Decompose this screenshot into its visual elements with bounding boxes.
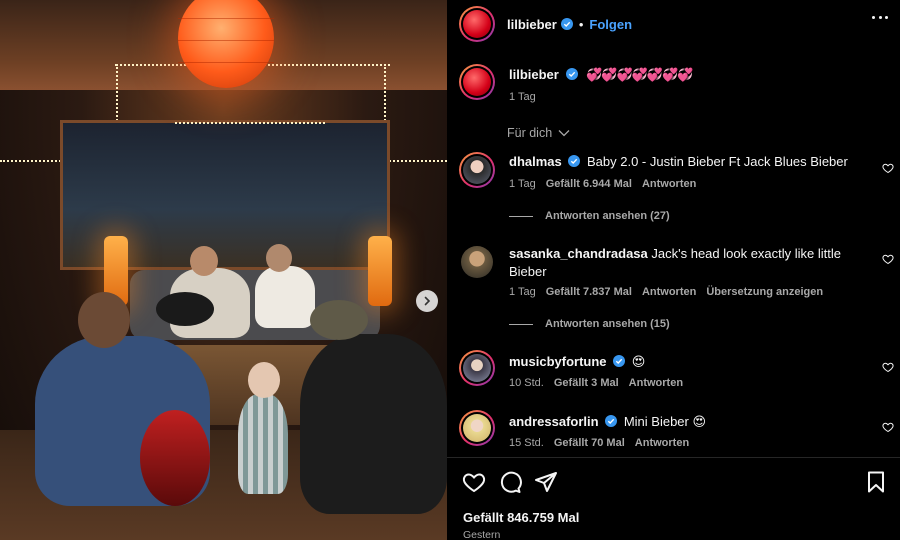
comment-username[interactable]: dhalmas [509,154,562,169]
carousel-next-button[interactable] [416,290,438,312]
caption-timestamp: 1 Tag [509,91,536,103]
comment-text: Mini Bieber 😍 [623,414,707,429]
follow-button[interactable]: Folgen [589,17,632,32]
child [238,394,288,494]
comment-text: 😍 [631,354,646,369]
comment-username[interactable]: musicbyfortune [509,354,607,369]
commenter-avatar[interactable] [459,410,495,446]
comment-meta: 15 Std. Gefällt 70 Mal Antworten [509,437,689,449]
comment-like-count[interactable]: Gefällt 70 Mal [554,437,625,449]
heart-icon[interactable] [882,162,894,174]
verified-badge-icon [613,355,626,367]
view-replies-button[interactable]: Antworten ansehen (27) [509,210,670,222]
verified-badge-icon [605,415,618,427]
bookmark-icon[interactable] [864,470,888,494]
post-caption: lilbieber 💞💞💞💞💞💞💞 [509,67,693,83]
chevron-down-icon [558,130,570,137]
guitar [140,410,210,506]
comment-timestamp: 1 Tag [509,178,536,190]
view-replies-label: Antworten ansehen (27) [545,210,670,222]
comment-timestamp: 15 Std. [509,437,544,449]
commenter-avatar[interactable] [459,350,495,386]
comment-username[interactable]: sasanka_chandradasa [509,246,648,261]
comment-meta: 1 Tag Gefällt 6.944 Mal Antworten [509,178,696,190]
caption-author-avatar[interactable] [459,64,495,100]
comment-text: Baby 2.0 - Justin Bieber Ft Jack Blues B… [587,154,848,169]
heart-icon[interactable] [882,361,894,373]
post-photo[interactable] [0,0,447,540]
post-side-panel: lilbieber • Folgen lilbieber 💞💞💞💞💞💞💞 1 T… [447,0,900,540]
comment-timestamp: 10 Std. [509,377,544,389]
commenter-avatar[interactable] [459,152,495,188]
more-options-icon[interactable] [872,16,888,22]
person [300,334,447,514]
person-head [78,292,130,348]
chevron-right-icon [424,296,431,306]
reply-button[interactable]: Antworten [635,437,689,449]
post-header: lilbieber • Folgen [459,6,632,42]
reply-button[interactable]: Antworten [642,178,696,190]
comment-like-count[interactable]: Gefällt 7.837 Mal [546,286,632,298]
post-date: Gestern [463,529,501,540]
separator-dot: • [578,16,584,32]
person-head [190,246,218,276]
author-username[interactable]: lilbieber [507,17,557,32]
commenter-avatar[interactable] [459,244,495,280]
child-head [248,362,280,398]
comment-filter-dropdown[interactable]: Für dich [507,126,570,140]
comment-like-count[interactable]: Gefällt 6.944 Mal [546,178,632,190]
verified-badge-icon [560,18,573,30]
comment-timestamp: 1 Tag [509,286,536,298]
heart-icon[interactable] [462,470,486,494]
comment-icon[interactable] [498,470,522,494]
view-replies-button[interactable]: Antworten ansehen (15) [509,318,670,330]
guitar [156,292,214,326]
verified-badge-icon [568,155,581,167]
reply-button[interactable]: Antworten [629,377,683,389]
post-action-bar [459,470,888,496]
comment-username[interactable]: andressaforlin [509,414,599,429]
reply-button[interactable]: Antworten [642,286,696,298]
person [255,266,315,328]
person-head [266,244,292,272]
translate-button[interactable]: Übersetzung anzeigen [706,286,823,298]
heart-icon[interactable] [882,421,894,433]
heart-icon[interactable] [882,253,894,265]
comment-meta: 10 Std. Gefällt 3 Mal Antworten [509,377,683,389]
comment-filter-label: Für dich [507,126,553,140]
string-lights [380,160,447,164]
person-cap [310,300,368,340]
like-count[interactable]: Gefällt 846.759 Mal [463,510,579,525]
instagram-post-view: lilbieber • Folgen lilbieber 💞💞💞💞💞💞💞 1 T… [0,0,900,540]
string-lights [175,122,325,126]
avatar-image [463,10,491,38]
floor-lamp [368,236,392,306]
share-icon[interactable] [534,470,558,494]
comment-like-count[interactable]: Gefällt 3 Mal [554,377,619,389]
comment-meta: 1 Tag Gefällt 7.837 Mal Antworten Überse… [509,286,823,298]
view-replies-label: Antworten ansehen (15) [545,318,670,330]
actions-divider [447,457,900,458]
author-avatar[interactable] [459,6,495,42]
verified-badge-icon [566,68,579,80]
caption-text: 💞💞💞💞💞💞💞 [586,67,693,82]
caption-username[interactable]: lilbieber [509,67,559,82]
